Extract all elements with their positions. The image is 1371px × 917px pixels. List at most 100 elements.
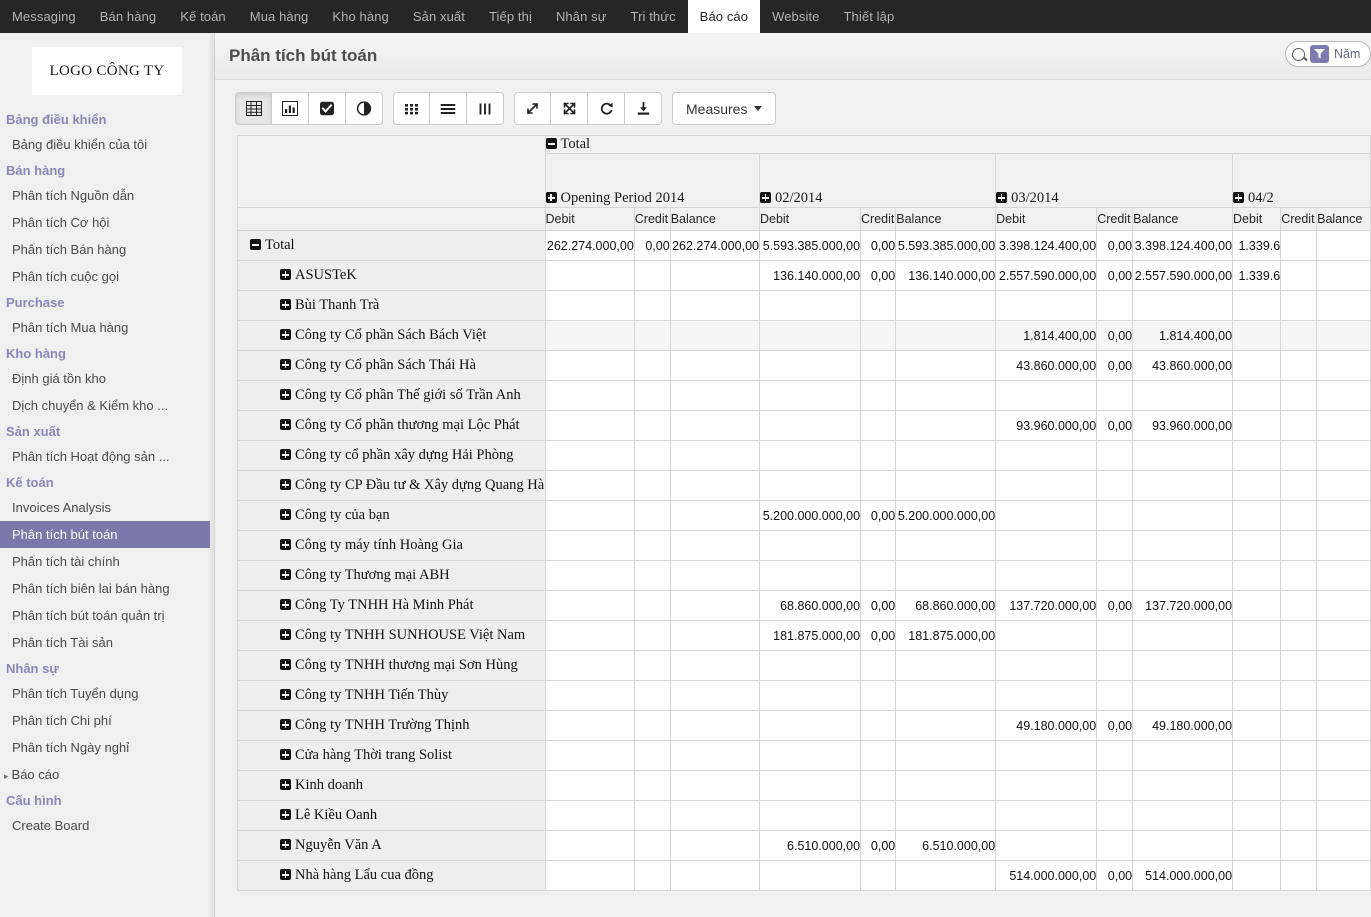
expand-plus-icon[interactable] [280, 449, 291, 460]
sidebar-item-1[interactable]: Bảng điều khiển của tôi [0, 131, 214, 158]
collapse-minus-icon[interactable] [250, 239, 261, 250]
pivot-measure-header[interactable]: Debit [1232, 207, 1282, 231]
sidebar-item-15[interactable]: Invoices Analysis [0, 494, 214, 521]
pivot-measure-header[interactable]: Balance [1316, 207, 1371, 231]
sidebar-scrollbar[interactable] [210, 33, 214, 917]
expand-plus-icon[interactable] [1233, 192, 1245, 203]
expand-plus-icon[interactable] [996, 192, 1008, 203]
expand-plus-icon[interactable] [280, 719, 291, 730]
sidebar-item-4[interactable]: Phân tích Cơ hội [0, 209, 214, 236]
nav-item-10[interactable]: Website [760, 0, 831, 33]
nav-item-4[interactable]: Kho hàng [320, 0, 400, 33]
pivot-measure-header[interactable]: Credit [1280, 207, 1318, 231]
sidebar-item-5[interactable]: Phân tích Bán hàng [0, 236, 214, 263]
nav-item-8[interactable]: Tri thức [619, 0, 688, 33]
sidebar-item-16[interactable]: Phân tích bút toán [0, 521, 214, 548]
pivot-row-header[interactable]: ASUSTeK [237, 260, 546, 291]
sidebar-item-17[interactable]: Phân tích tài chính [0, 548, 214, 575]
sidebar-item-20[interactable]: Phân tích Tài sản [0, 629, 214, 656]
download-icon[interactable] [625, 92, 662, 125]
pivot-row-header[interactable]: Total [237, 230, 546, 261]
pivot-period-header-2[interactable]: 03/2014 [995, 153, 1234, 208]
nav-item-7[interactable]: Nhân sự [544, 0, 619, 33]
pivot-row-header[interactable]: Cửa hàng Thời trang Solist [237, 740, 546, 771]
sidebar-item-18[interactable]: Phân tích biên lai bán hàng [0, 575, 214, 602]
pivot-measure-header[interactable]: Credit [860, 207, 897, 231]
expand-plus-icon[interactable] [280, 869, 291, 880]
sidebar-item-22[interactable]: Phân tích Tuyển dụng [0, 680, 214, 707]
pivot-row-header[interactable]: Công ty TNHH SUNHOUSE Việt Nam [237, 620, 546, 651]
nav-item-6[interactable]: Tiếp thị [477, 0, 544, 33]
expand-diagonal-icon[interactable] [514, 92, 551, 125]
nav-item-3[interactable]: Mua hàng [238, 0, 321, 33]
expand-plus-icon[interactable] [280, 269, 291, 280]
pivot-row-header[interactable]: Công ty Cổ phần Thế giới số Trần Anh [237, 380, 546, 411]
expand-plus-icon[interactable] [280, 839, 291, 850]
sidebar-item-19[interactable]: Phân tích bút toán quản trị [0, 602, 214, 629]
sidebar-item-10[interactable]: Định giá tồn kho [0, 365, 214, 392]
expand-plus-icon[interactable] [280, 749, 291, 760]
sidebar-item-6[interactable]: Phân tích cuộc gọi [0, 263, 214, 290]
pivot-measure-header[interactable]: Balance [1132, 207, 1234, 231]
expand-plus-icon[interactable] [280, 359, 291, 370]
pivot-row-header[interactable]: Công ty cổ phần xây dựng Hải Phòng [237, 440, 546, 471]
pivot-row-header[interactable]: Công ty Cổ phần Sách Bách Việt [237, 320, 546, 351]
nav-item-5[interactable]: Sản xuất [401, 0, 477, 33]
pivot-row-header[interactable]: Công ty TNHH Tiến Thùy [237, 680, 546, 711]
nav-item-1[interactable]: Bán hàng [88, 0, 168, 33]
pivot-row-header[interactable]: Công ty của bạn [237, 500, 546, 531]
pivot-row-header[interactable]: Công ty Thương mại ABH [237, 560, 546, 591]
sidebar-item-24[interactable]: Phân tích Ngày nghỉ [0, 734, 214, 761]
pivot-row-header[interactable]: Công ty TNHH Trường Thịnh [237, 710, 546, 741]
expand-plus-icon[interactable] [280, 509, 291, 520]
expand-plus-icon[interactable] [280, 539, 291, 550]
sidebar-item-13[interactable]: Phân tích Hoạt động sản ... [0, 443, 214, 470]
sidebar-item-3[interactable]: Phân tích Nguồn dẫn [0, 182, 214, 209]
pivot-measure-header[interactable]: Debit [544, 207, 635, 231]
pivot-row-header[interactable]: Nguyễn Văn A [237, 830, 546, 861]
pivot-row-header[interactable]: Bùi Thanh Trà [237, 290, 546, 321]
expand-plus-icon[interactable] [759, 192, 771, 203]
nav-item-9[interactable]: Báo cáo [687, 0, 761, 33]
refresh-icon[interactable] [588, 92, 625, 125]
bar-chart-icon[interactable] [272, 92, 309, 125]
pivot-row-header[interactable]: Công ty CP Đầu tư & Xây dựng Quang Hà [237, 470, 546, 501]
expand-plus-icon[interactable] [280, 329, 291, 340]
pivot-period-header-0[interactable]: Opening Period 2014 [544, 153, 760, 208]
pivot-row-header[interactable]: Lê Kiều Oanh [237, 800, 546, 831]
sidebar-item-25[interactable]: ▸ Báo cáo [0, 761, 214, 788]
pivot-measure-header[interactable]: Credit [633, 207, 671, 231]
expand-plus-icon[interactable] [280, 599, 291, 610]
expand-plus-icon[interactable] [280, 809, 291, 820]
table-grid-icon[interactable] [235, 92, 272, 125]
sidebar-item-27[interactable]: Create Board [0, 812, 214, 839]
sidebar-item-8[interactable]: Phân tích Mua hàng [0, 314, 214, 341]
filter-icon[interactable] [1310, 45, 1329, 63]
expand-plus-icon[interactable] [280, 299, 291, 310]
pivot-row-header[interactable]: Kinh doanh [237, 770, 546, 801]
expand-plus-icon[interactable] [280, 689, 291, 700]
collapse-minus-icon[interactable] [545, 138, 557, 149]
pivot-row-header[interactable]: Công Ty TNHH Hà Minh Phát [237, 590, 546, 621]
checkbox-icon[interactable] [309, 92, 346, 125]
expand-plus-icon[interactable] [280, 659, 291, 670]
expand-plus-icon[interactable] [280, 479, 291, 490]
pivot-period-header-3[interactable]: 04/2 [1232, 153, 1371, 208]
expand-plus-icon[interactable] [280, 629, 291, 640]
list-lines-icon[interactable] [430, 92, 467, 125]
pivot-row-header[interactable]: Công ty Cổ phần Sách Thái Hà [237, 350, 546, 381]
pivot-measure-header[interactable]: Balance [895, 207, 997, 231]
sidebar-item-11[interactable]: Dịch chuyển & Kiểm kho ... [0, 392, 214, 419]
expand-plus-icon[interactable] [545, 192, 557, 203]
pivot-measure-header[interactable]: Debit [758, 207, 862, 231]
grid-dots-icon[interactable] [393, 92, 430, 125]
columns-icon[interactable] [467, 92, 504, 125]
measures-dropdown-button[interactable]: Measures [672, 92, 777, 125]
pivot-row-header[interactable]: Công ty TNHH thương mại Sơn Hùng [237, 650, 546, 681]
pivot-measure-header[interactable]: Balance [669, 207, 760, 231]
collapse-arrows-icon[interactable] [551, 92, 588, 125]
nav-item-11[interactable]: Thiết lập [832, 0, 907, 33]
nav-item-2[interactable]: Kế toán [168, 0, 238, 33]
pivot-row-header[interactable]: Nhà hàng Lẩu cua đồng [237, 860, 546, 891]
contrast-circle-icon[interactable] [346, 92, 383, 125]
